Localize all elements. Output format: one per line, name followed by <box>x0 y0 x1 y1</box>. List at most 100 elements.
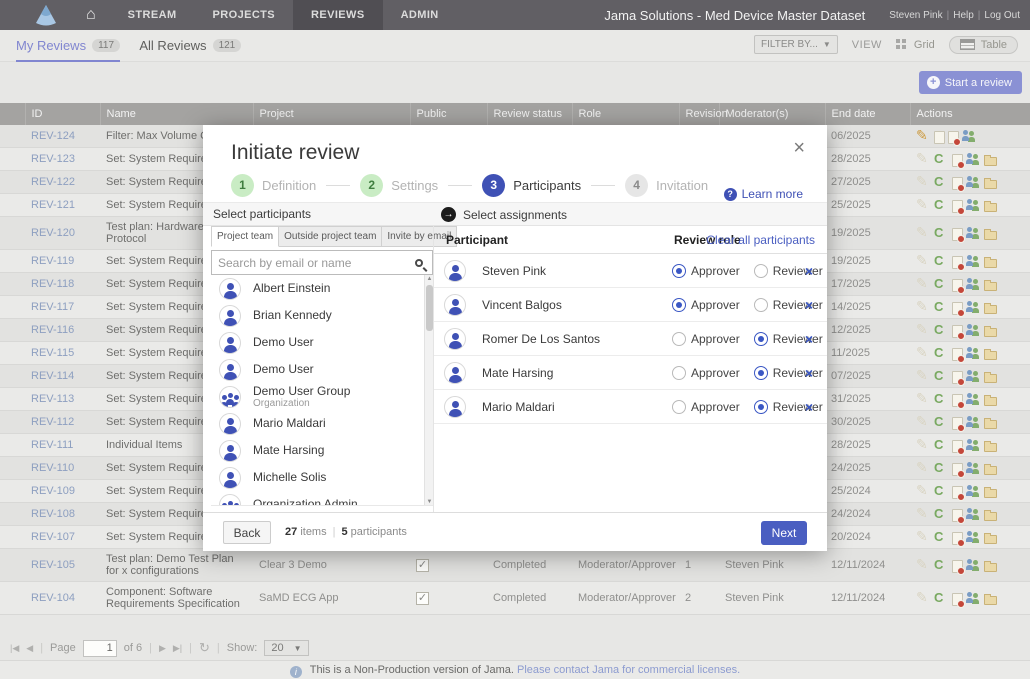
folder-icon[interactable] <box>984 374 997 383</box>
reopen-icon[interactable] <box>934 530 949 544</box>
column-header-revision[interactable]: Revision <box>679 103 719 125</box>
participant-list-item[interactable]: Demo User <box>211 329 433 356</box>
reopen-icon[interactable] <box>934 323 949 337</box>
reopen-icon[interactable] <box>934 438 949 452</box>
review-id-link[interactable]: REV-111 <box>31 439 73 451</box>
reopen-icon[interactable] <box>934 591 949 605</box>
edit-dim-icon[interactable] <box>916 277 931 291</box>
reviewer-radio[interactable] <box>754 332 768 346</box>
edit-dim-icon[interactable] <box>916 369 931 383</box>
reviewer-radio[interactable] <box>754 366 768 380</box>
edit-dim-icon[interactable] <box>916 198 931 212</box>
nav-item-admin[interactable]: ADMIN <box>383 0 457 30</box>
row-select-cell[interactable] <box>0 526 25 549</box>
users-icon[interactable] <box>966 323 981 337</box>
next-button[interactable]: Next <box>761 521 807 545</box>
review-id-link[interactable]: REV-107 <box>31 531 75 543</box>
approver-radio[interactable] <box>672 264 686 278</box>
review-id-link[interactable]: REV-121 <box>31 199 75 211</box>
column-header-name[interactable]: Name <box>100 103 253 125</box>
users-icon[interactable] <box>966 484 981 498</box>
step-settings[interactable]: 2Settings <box>360 174 438 197</box>
doc-red-icon[interactable] <box>952 463 963 476</box>
review-id-link[interactable]: REV-116 <box>31 324 74 336</box>
folder-icon[interactable] <box>984 466 997 475</box>
remove-participant-icon[interactable]: × <box>805 365 813 381</box>
remove-participant-icon[interactable]: × <box>805 399 813 415</box>
folder-icon[interactable] <box>984 563 997 572</box>
column-header-public[interactable]: Public <box>410 103 487 125</box>
step-participants[interactable]: 3Participants <box>482 174 581 197</box>
edit-dim-icon[interactable] <box>916 175 931 189</box>
reopen-icon[interactable] <box>934 415 949 429</box>
column-header-id[interactable]: ID <box>25 103 100 125</box>
users-icon[interactable] <box>966 591 981 605</box>
participant-list-item[interactable]: Mate Harsing <box>211 437 433 464</box>
tab-outside-project-team[interactable]: Outside project team <box>279 226 382 247</box>
doc-red-icon[interactable] <box>952 256 963 269</box>
review-id-link[interactable]: REV-112 <box>31 416 74 428</box>
view-table-button[interactable]: Table <box>949 36 1018 54</box>
doc-red-icon[interactable] <box>952 279 963 292</box>
doc-red-icon[interactable] <box>952 348 963 361</box>
row-select-cell[interactable] <box>0 411 25 434</box>
edit-dim-icon[interactable] <box>916 300 931 314</box>
users-icon[interactable] <box>966 558 981 572</box>
review-id-link[interactable]: REV-123 <box>31 153 75 165</box>
last-page-button[interactable]: ▶| <box>173 643 182 654</box>
users-icon[interactable] <box>966 277 981 291</box>
participant-list-item[interactable]: Michelle Solis <box>211 464 433 491</box>
users-icon[interactable] <box>966 152 981 166</box>
review-id-link[interactable]: REV-120 <box>31 227 75 239</box>
license-link[interactable]: Please contact Jama for commercial licen… <box>517 664 740 676</box>
edit-dim-icon[interactable] <box>916 484 931 498</box>
folder-icon[interactable] <box>984 180 997 189</box>
learn-more-link[interactable]: ? Learn more <box>724 187 803 201</box>
users-icon[interactable] <box>966 175 981 189</box>
doc-red-icon[interactable] <box>952 228 963 241</box>
users-icon[interactable] <box>966 300 981 314</box>
scroll-up-icon[interactable]: ▲ <box>426 276 433 282</box>
edit-dim-icon[interactable] <box>916 507 931 521</box>
row-select-cell[interactable] <box>0 582 25 615</box>
scroll-down-icon[interactable]: ▼ <box>426 499 433 505</box>
edit-dim-icon[interactable] <box>916 558 931 572</box>
reopen-icon[interactable] <box>934 277 949 291</box>
doc-red-icon[interactable] <box>952 302 963 315</box>
participant-list-item[interactable]: Albert Einstein <box>211 275 433 302</box>
reopen-icon[interactable] <box>934 558 949 572</box>
review-id-link[interactable]: REV-114 <box>31 370 74 382</box>
participant-list-item[interactable]: Brian Kennedy <box>211 302 433 329</box>
participant-list-item[interactable]: Demo User GroupOrganization <box>211 383 433 410</box>
users-icon[interactable] <box>966 461 981 475</box>
edit-dim-icon[interactable] <box>916 415 931 429</box>
reopen-icon[interactable] <box>934 461 949 475</box>
doc-red-icon[interactable] <box>952 177 963 190</box>
reviewer-radio[interactable] <box>754 298 768 312</box>
column-header-actions[interactable]: Actions <box>910 103 1030 125</box>
help-link[interactable]: Help <box>953 10 974 21</box>
users-icon[interactable] <box>966 392 981 406</box>
folder-icon[interactable] <box>984 535 997 544</box>
review-id-link[interactable]: REV-122 <box>31 176 75 188</box>
folder-icon[interactable] <box>984 512 997 521</box>
doc-red-icon[interactable] <box>952 560 963 573</box>
users-icon[interactable] <box>962 129 977 143</box>
users-icon[interactable] <box>966 415 981 429</box>
row-select-cell[interactable] <box>0 125 25 148</box>
review-id-link[interactable]: REV-113 <box>31 393 74 405</box>
row-select-cell[interactable] <box>0 319 25 342</box>
approver-radio[interactable] <box>672 400 686 414</box>
folder-icon[interactable] <box>984 489 997 498</box>
reopen-icon[interactable] <box>934 392 949 406</box>
folder-icon[interactable] <box>984 157 997 166</box>
column-header-role[interactable]: Role <box>572 103 679 125</box>
edit-dim-icon[interactable] <box>916 152 931 166</box>
folder-icon[interactable] <box>984 231 997 240</box>
edit-dim-icon[interactable] <box>916 530 931 544</box>
users-icon[interactable] <box>966 254 981 268</box>
folder-icon[interactable] <box>984 420 997 429</box>
remove-participant-icon[interactable]: × <box>805 331 813 347</box>
column-header-moderators[interactable]: Moderator(s) <box>719 103 825 125</box>
logout-link[interactable]: Log Out <box>984 10 1020 21</box>
